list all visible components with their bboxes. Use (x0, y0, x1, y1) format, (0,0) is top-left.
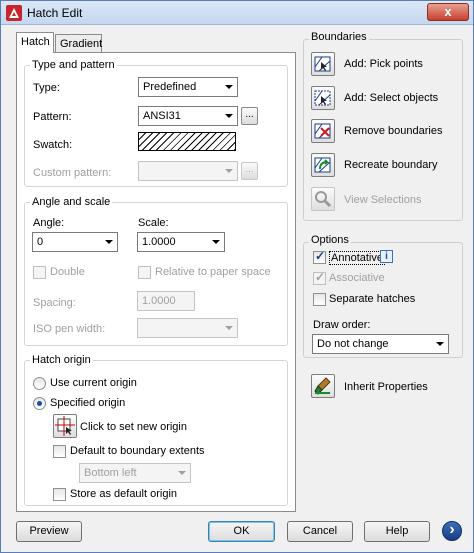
chevron-down-icon (225, 114, 233, 118)
tab-gradient-label: Gradient (60, 38, 103, 50)
type-select-value: Predefined (143, 81, 197, 93)
draw-order-value: Do not change (317, 338, 389, 350)
relative-paper-checkbox[interactable] (138, 266, 151, 279)
draw-order-select[interactable]: Do not change (312, 334, 449, 354)
separate-hatches-label: Separate hatches (329, 293, 416, 305)
custom-pattern-select[interactable] (138, 161, 238, 181)
specified-origin-label: Specified origin (50, 397, 126, 409)
annotative-label: Annotative (329, 251, 385, 265)
paintbrush-icon (314, 377, 331, 395)
boundaries-title: Boundaries (309, 31, 369, 43)
hatch-edit-dialog: Hatch Edit x Hatch Gradient Type and pat… (0, 0, 474, 553)
recreate-boundary-button[interactable] (311, 153, 335, 177)
ok-button[interactable]: OK (208, 521, 275, 542)
iso-pen-width-label: ISO pen width: (33, 323, 106, 335)
recreate-boundary-label: Recreate boundary (344, 159, 438, 171)
pick-points-icon (314, 56, 331, 72)
specified-origin-radio[interactable] (33, 397, 46, 410)
hatch-swatch[interactable] (138, 132, 236, 151)
extent-position-value: Bottom left (84, 467, 137, 479)
annotative-checkbox[interactable] (313, 249, 326, 264)
remove-boundaries-icon (314, 123, 331, 139)
double-checkbox[interactable] (33, 266, 46, 279)
cancel-button[interactable]: Cancel (287, 521, 353, 542)
iso-pen-width-select[interactable] (137, 318, 238, 338)
chevron-down-icon (105, 240, 113, 244)
extent-position-select[interactable]: Bottom left (79, 463, 191, 483)
chevron-down-icon (225, 326, 233, 330)
view-selections-label: View Selections (344, 194, 422, 206)
separate-hatches-checkbox[interactable] (313, 293, 326, 306)
set-origin-button[interactable] (53, 414, 77, 438)
custom-pattern-browse-button[interactable]: ... (241, 162, 258, 180)
info-icon[interactable]: i (380, 250, 393, 263)
hatch-tab-panel: Type and pattern Type: Predefined Patter… (16, 52, 296, 512)
autocad-logo-icon (6, 5, 22, 21)
spacing-field[interactable]: 1.0000 (137, 291, 195, 311)
chevron-down-icon (178, 471, 186, 475)
window-title: Hatch Edit (27, 6, 83, 20)
default-boundary-extents-label: Default to boundary extents (70, 445, 205, 457)
remove-boundaries-label: Remove boundaries (344, 125, 443, 137)
chevron-down-icon (436, 342, 444, 346)
spacing-label: Spacing: (33, 297, 76, 309)
preview-button[interactable]: Preview (16, 521, 82, 542)
store-default-origin-label: Store as default origin (70, 488, 178, 500)
use-current-origin-label: Use current origin (50, 377, 137, 389)
store-default-origin-checkbox[interactable] (53, 488, 66, 501)
pattern-browse-button[interactable]: ... (241, 107, 258, 125)
inherit-properties-label: Inherit Properties (344, 381, 428, 393)
type-pattern-title: Type and pattern (30, 59, 117, 71)
pick-points-button[interactable] (311, 52, 335, 76)
chevron-down-icon (225, 169, 233, 173)
angle-value: 0 (37, 236, 44, 248)
chevron-down-icon (212, 240, 220, 244)
select-objects-icon (314, 90, 331, 106)
scale-value: 1.0000 (142, 236, 176, 248)
relative-paper-label: Relative to paper space (155, 266, 271, 278)
magnifier-icon (315, 191, 332, 208)
swatch-label: Swatch: (33, 139, 73, 151)
double-label: Double (50, 266, 85, 278)
type-label: Type: (33, 82, 60, 94)
scale-label: Scale: (138, 217, 169, 229)
help-button[interactable]: Help (364, 521, 430, 542)
remove-boundaries-button[interactable] (311, 119, 335, 143)
hatch-origin-title: Hatch origin (30, 354, 93, 366)
crosshair-icon (55, 416, 75, 436)
angle-select[interactable]: 0 (32, 232, 118, 252)
type-select[interactable]: Predefined (138, 77, 238, 97)
default-boundary-extents-checkbox[interactable] (53, 445, 66, 458)
recreate-boundary-icon (314, 157, 331, 173)
pattern-select[interactable]: ANSI31 (138, 106, 238, 126)
pattern-select-value: ANSI31 (143, 110, 181, 122)
options-title: Options (309, 234, 351, 246)
chevron-down-icon (225, 85, 233, 89)
scale-select[interactable]: 1.0000 (137, 232, 225, 252)
tab-hatch[interactable]: Hatch (16, 32, 54, 53)
tab-hatch-label: Hatch (21, 36, 50, 48)
inherit-properties-button[interactable] (311, 374, 335, 398)
associative-label: Associative (329, 272, 385, 284)
angle-label: Angle: (33, 217, 65, 229)
pick-points-label: Add: Pick points (344, 58, 423, 70)
select-objects-label: Add: Select objects (344, 92, 439, 104)
view-selections-button[interactable] (311, 187, 335, 211)
set-origin-label: Click to set new origin (80, 421, 187, 433)
pattern-label: Pattern: (33, 111, 72, 123)
close-button[interactable]: x (427, 3, 469, 21)
custom-pattern-label: Custom pattern: (33, 167, 112, 179)
more-options-button[interactable]: › (442, 521, 462, 541)
angle-scale-title: Angle and scale (30, 196, 113, 208)
select-objects-button[interactable] (311, 86, 335, 110)
draw-order-label: Draw order: (313, 319, 371, 331)
title-bar: Hatch Edit x (1, 1, 473, 25)
use-current-origin-radio[interactable] (33, 377, 46, 390)
tab-gradient[interactable]: Gradient (55, 34, 102, 53)
associative-checkbox[interactable] (313, 270, 326, 285)
